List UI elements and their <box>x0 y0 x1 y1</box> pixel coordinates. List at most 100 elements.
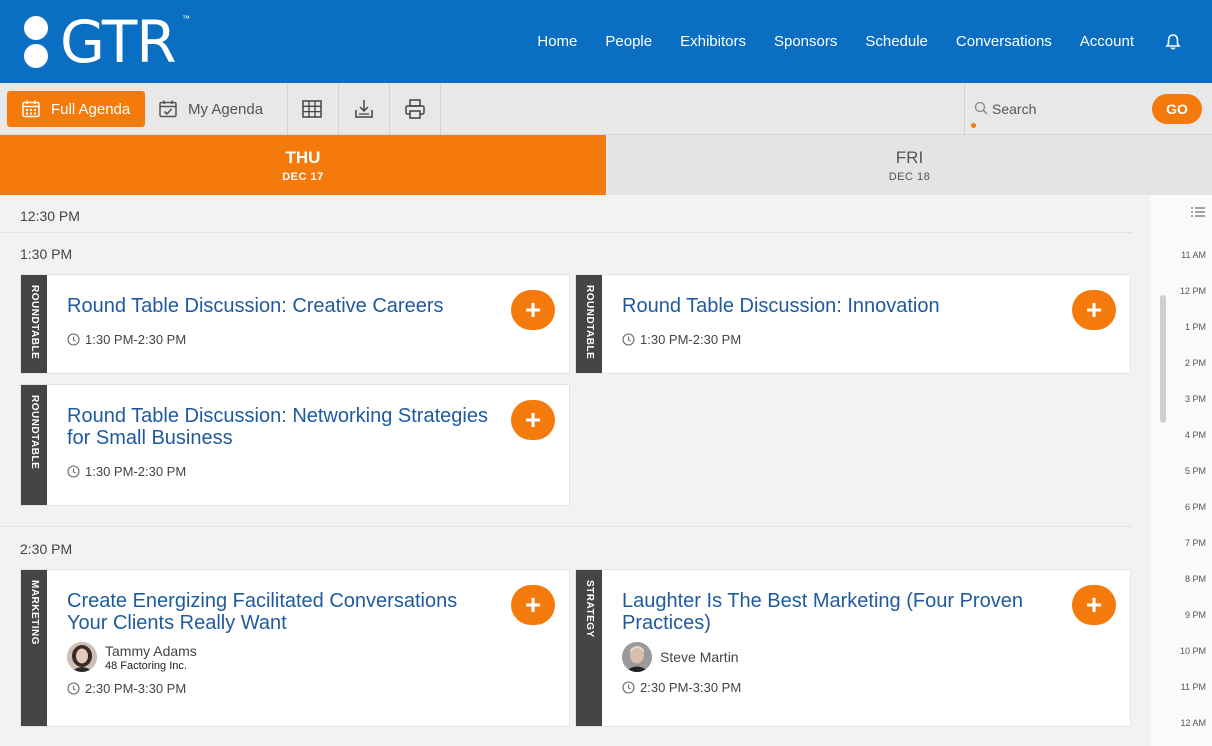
time-divider <box>0 526 1132 527</box>
clock-icon <box>622 681 635 694</box>
scrollbar-thumb[interactable] <box>1160 295 1166 423</box>
time-slot-label: 12:30 PM <box>20 208 80 224</box>
timeline-hour[interactable]: 10 PM <box>1180 646 1206 656</box>
calendar-icon <box>22 100 40 118</box>
time-slot-label: 1:30 PM <box>20 246 73 262</box>
timeline-hour[interactable]: 12 AM <box>1180 718 1206 728</box>
timeline-hour[interactable]: 11 PM <box>1181 682 1206 692</box>
clock-icon <box>67 465 80 478</box>
timeline-hour[interactable]: 9 PM <box>1185 610 1206 620</box>
add-to-agenda-button[interactable]: + <box>1072 585 1116 625</box>
grid-view-icon[interactable] <box>300 97 324 121</box>
add-to-agenda-button[interactable]: + <box>511 400 555 440</box>
time-slot-label: 2:30 PM <box>20 541 73 557</box>
timeline-hour[interactable]: 12 PM <box>1180 286 1206 296</box>
add-to-agenda-button[interactable]: + <box>511 290 555 330</box>
toolbar-divider <box>338 83 339 135</box>
tab-thursday[interactable]: THU DEC 17 <box>0 135 606 195</box>
session-card[interactable]: ROUNDTABLE Round Table Discussion: Innov… <box>575 274 1131 374</box>
session-time: 2:30 PM-3:30 PM <box>67 681 186 696</box>
logo-trademark: ™ <box>182 14 190 23</box>
nav-schedule[interactable]: Schedule <box>865 33 928 50</box>
session-category-tag: ROUNDTABLE <box>21 385 47 505</box>
nav-account[interactable]: Account <box>1080 33 1134 50</box>
full-agenda-label: Full Agenda <box>51 100 131 118</box>
tab-friday[interactable]: FRI DEC 18 <box>607 135 1212 195</box>
speaker-name: Steve Martin <box>660 649 739 665</box>
my-agenda-button[interactable]: My Agenda <box>158 91 263 127</box>
speaker-name: Tammy Adams <box>105 642 197 659</box>
timeline-hour[interactable]: 5 PM <box>1185 466 1206 476</box>
search-input[interactable] <box>992 98 1142 120</box>
timeline-hour[interactable]: 11 AM <box>1181 250 1206 260</box>
time-scrubber[interactable]: 11 AM 12 PM 1 PM 2 PM 3 PM 4 PM 5 PM 6 P… <box>1150 195 1212 746</box>
clock-icon <box>67 682 80 695</box>
day-name: FRI <box>895 147 924 167</box>
main-nav: Home People Exhibitors Sponsors Schedule… <box>509 0 1182 83</box>
download-icon[interactable] <box>352 97 376 121</box>
avatar <box>67 642 97 672</box>
day-name: THU <box>285 147 321 167</box>
session-card[interactable]: STRATEGY Laughter Is The Best Marketing … <box>575 569 1131 727</box>
calendar-check-icon <box>159 100 177 118</box>
session-title[interactable]: Round Table Discussion: Networking Strat… <box>67 405 488 449</box>
toolbar-divider <box>440 83 441 135</box>
session-category-tag: MARKETING <box>21 570 47 726</box>
agenda-toolbar: Full Agenda My Agenda GO <box>0 83 1212 135</box>
timeline-hour[interactable]: 6 PM <box>1185 502 1206 512</box>
timeline-hour[interactable]: 4 PM <box>1185 430 1206 440</box>
toolbar-divider <box>389 83 390 135</box>
timeline-hour[interactable]: 3 PM <box>1185 394 1206 404</box>
session-card[interactable]: ROUNDTABLE Round Table Discussion: Netwo… <box>20 384 570 506</box>
timeline-hour[interactable]: 7 PM <box>1185 538 1206 548</box>
session-title[interactable]: Laughter Is The Best Marketing (Four Pro… <box>622 590 1023 634</box>
clock-icon <box>622 333 635 346</box>
session-speaker[interactable]: Tammy Adams 48 Factoring Inc. <box>67 642 197 672</box>
my-agenda-label: My Agenda <box>188 100 264 118</box>
session-category-tag: STRATEGY <box>576 570 602 726</box>
add-to-agenda-button[interactable]: + <box>511 585 555 625</box>
toolbar-divider <box>287 83 288 135</box>
session-card[interactable]: ROUNDTABLE Round Table Discussion: Creat… <box>20 274 570 374</box>
list-icon[interactable] <box>1191 207 1205 217</box>
search-indicator-dot <box>971 123 976 128</box>
session-title[interactable]: Round Table Discussion: Innovation <box>622 295 940 317</box>
clock-icon <box>67 333 80 346</box>
timeline-hour[interactable]: 8 PM <box>1185 574 1206 584</box>
session-time: 1:30 PM-2:30 PM <box>67 332 186 347</box>
full-agenda-button[interactable]: Full Agenda <box>7 91 145 127</box>
speaker-organization: 48 Factoring Inc. <box>105 659 187 672</box>
search-icon <box>974 101 988 115</box>
bell-icon[interactable] <box>1164 33 1182 51</box>
top-header: GTR ™ Home People Exhibitors Sponsors Sc… <box>0 0 1212 83</box>
nav-people[interactable]: People <box>605 33 652 50</box>
nav-home[interactable]: Home <box>537 33 577 50</box>
avatar <box>622 642 652 672</box>
day-date: DEC 18 <box>888 170 931 183</box>
time-divider <box>0 232 1132 233</box>
search-go-button[interactable]: GO <box>1152 94 1202 124</box>
session-category-tag: ROUNDTABLE <box>21 275 47 373</box>
print-icon[interactable] <box>403 97 427 121</box>
schedule-list: 12:30 PM 1:30 PM ROUNDTABLE Round Table … <box>0 195 1150 746</box>
session-title[interactable]: Create Energizing Facilitated Conversati… <box>67 590 457 634</box>
session-time: 1:30 PM-2:30 PM <box>67 464 186 479</box>
toolbar-divider <box>964 83 965 135</box>
search-area: GO <box>966 83 1212 135</box>
session-title[interactable]: Round Table Discussion: Creative Careers <box>67 295 443 317</box>
session-time: 2:30 PM-3:30 PM <box>622 680 741 695</box>
session-speaker[interactable]: Steve Martin <box>622 642 739 672</box>
session-card[interactable]: MARKETING Create Energizing Facilitated … <box>20 569 570 727</box>
timeline-hour[interactable]: 1 PM <box>1185 322 1206 332</box>
timeline-hour[interactable]: 2 PM <box>1185 358 1206 368</box>
nav-exhibitors[interactable]: Exhibitors <box>680 33 746 50</box>
session-time: 1:30 PM-2:30 PM <box>622 332 741 347</box>
nav-sponsors[interactable]: Sponsors <box>774 33 837 50</box>
logo-text: GTR <box>60 8 177 76</box>
nav-conversations[interactable]: Conversations <box>956 33 1052 50</box>
logo-dots <box>24 15 50 69</box>
day-date: DEC 17 <box>282 170 324 183</box>
add-to-agenda-button[interactable]: + <box>1072 290 1116 330</box>
session-category-tag: ROUNDTABLE <box>576 275 602 373</box>
gtr-logo[interactable]: GTR ™ <box>24 8 190 76</box>
